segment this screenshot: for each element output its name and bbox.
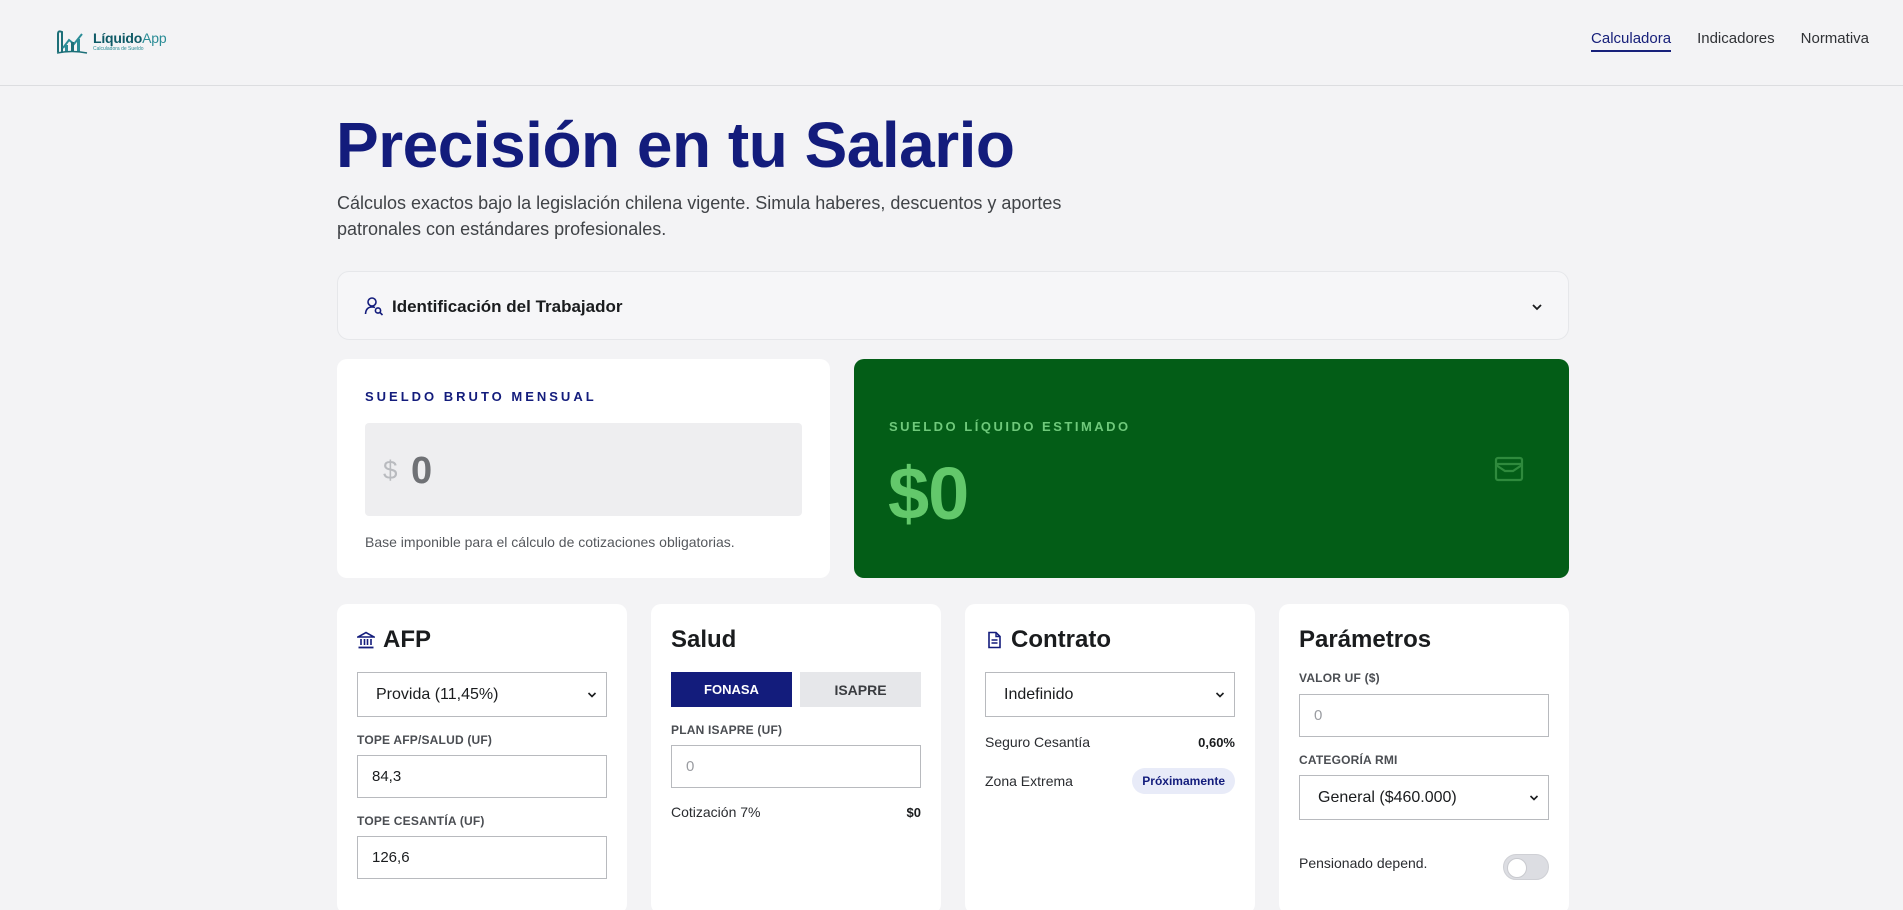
gross-salary-note: Base imponible para el cálculo de cotiza… xyxy=(365,534,735,550)
gross-salary-card: SUELDO BRUTO MENSUAL $ 0 Base imponible … xyxy=(337,359,830,578)
seguro-cesantia-row: Seguro Cesantía 0,60% xyxy=(985,734,1235,750)
zona-extrema-label: Zona Extrema xyxy=(985,773,1073,789)
cotizacion-value: $0 xyxy=(906,804,921,820)
page-title: Precisión en tu Salario xyxy=(336,109,1015,181)
salud-card: Salud FONASA ISAPRE PLAN ISAPRE (UF) 0 C… xyxy=(651,604,941,910)
gross-salary-input[interactable]: $ 0 xyxy=(365,423,802,516)
parametros-card: Parámetros VALOR UF ($) 0 CATEGORÍA RMI … xyxy=(1279,604,1569,910)
wallet-icon xyxy=(1494,456,1524,482)
fonasa-button[interactable]: FONASA xyxy=(671,672,792,707)
net-salary-label: SUELDO LÍQUIDO ESTIMADO xyxy=(889,419,1131,434)
coming-soon-badge: Próximamente xyxy=(1132,768,1235,794)
contrato-title: Contrato xyxy=(985,626,1111,654)
chevron-down-icon xyxy=(1529,795,1539,801)
document-icon xyxy=(988,631,1001,649)
logo-tagline: Calculadora de Sueldo xyxy=(93,45,144,52)
tope-cesantia-input[interactable]: 126,6 xyxy=(357,836,607,879)
tope-afp-input[interactable]: 84,3 xyxy=(357,755,607,798)
tope-afp-label: TOPE AFP/SALUD (UF) xyxy=(357,733,493,747)
contrato-card: Contrato Indefinido Seguro Cesantía 0,60… xyxy=(965,604,1255,910)
isapre-button[interactable]: ISAPRE xyxy=(800,672,921,707)
chevron-down-icon xyxy=(587,692,597,698)
top-bar: LíquidoApp Calculadora de Sueldo Calcula… xyxy=(0,0,1903,86)
cotizacion-row: Cotización 7% $0 xyxy=(671,804,921,820)
user-search-icon xyxy=(364,297,384,316)
valor-uf-label: VALOR UF ($) xyxy=(1299,671,1380,685)
bank-icon xyxy=(357,631,375,649)
net-salary-value: $0 xyxy=(888,452,969,535)
plan-isapre-input[interactable]: 0 xyxy=(671,745,921,788)
logo[interactable]: LíquidoApp Calculadora de Sueldo xyxy=(55,26,167,56)
logo-mark-icon xyxy=(56,30,88,54)
logo-name: LíquidoApp xyxy=(93,29,167,46)
gross-salary-label: SUELDO BRUTO MENSUAL xyxy=(365,389,597,404)
page-subtitle: Cálculos exactos bajo la legislación chi… xyxy=(337,193,1062,239)
seguro-cesantia-value: 0,60% xyxy=(1198,734,1235,750)
pensionado-label: Pensionado depend. xyxy=(1299,855,1428,871)
cotizacion-label: Cotización 7% xyxy=(671,804,761,820)
main-nav: Calculadora Indicadores Normativa xyxy=(1591,30,1869,52)
parametros-title: Parámetros xyxy=(1299,626,1432,653)
afp-select[interactable]: Provida (11,45%) xyxy=(357,672,607,717)
seguro-cesantia-label: Seguro Cesantía xyxy=(985,734,1091,750)
tope-cesantia-label: TOPE CESANTÍA (UF) xyxy=(357,814,485,828)
afp-title: AFP xyxy=(357,626,431,654)
accordion-label: Identificación del Trabajador xyxy=(392,297,623,316)
worker-identification-accordion[interactable]: Identificación del Trabajador xyxy=(337,271,1569,340)
valor-uf-input[interactable]: 0 xyxy=(1299,694,1549,737)
zona-extrema-row: Zona Extrema Próximamente xyxy=(985,768,1235,794)
nav-indicadores[interactable]: Indicadores xyxy=(1697,30,1775,52)
chevron-down-icon[interactable] xyxy=(1530,300,1544,314)
nav-normativa[interactable]: Normativa xyxy=(1801,30,1869,52)
pensionado-toggle[interactable] xyxy=(1503,854,1549,880)
nav-calculadora[interactable]: Calculadora xyxy=(1591,30,1672,52)
categoria-rmi-label: CATEGORÍA RMI xyxy=(1299,753,1398,767)
categoria-rmi-select[interactable]: General ($460.000) xyxy=(1299,775,1549,820)
afp-card: AFP Provida (11,45%) TOPE AFP/SALUD (UF)… xyxy=(337,604,627,910)
gross-salary-value: 0 xyxy=(411,450,433,492)
health-system-toggle: FONASA ISAPRE xyxy=(671,672,921,707)
salud-title: Salud xyxy=(671,626,737,653)
plan-isapre-label: PLAN ISAPRE (UF) xyxy=(671,723,783,737)
currency-symbol: $ xyxy=(383,455,398,485)
chevron-down-icon xyxy=(1215,692,1225,698)
net-salary-card: SUELDO LÍQUIDO ESTIMADO $0 xyxy=(854,359,1569,578)
contract-type-select[interactable]: Indefinido xyxy=(985,672,1235,717)
